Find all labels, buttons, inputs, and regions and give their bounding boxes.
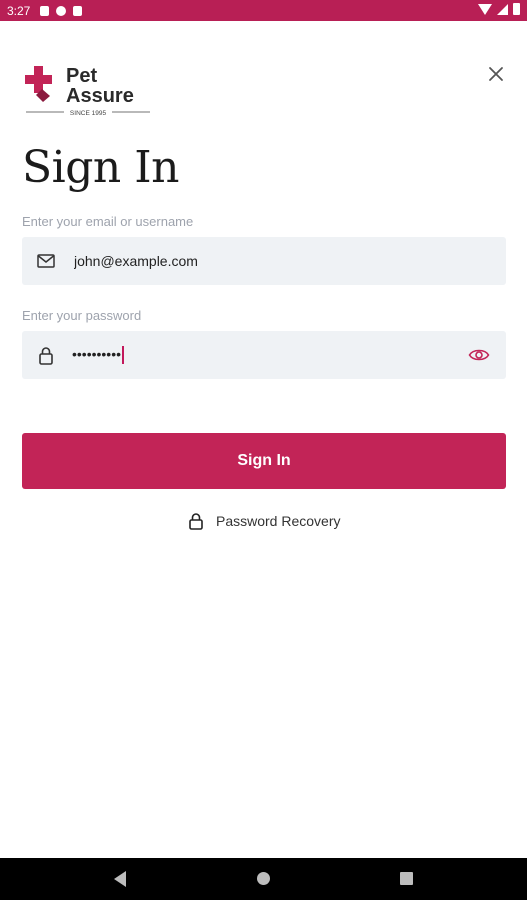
status-time: 3:27 [7,3,31,18]
password-recovery-link[interactable]: Password Recovery [188,510,341,532]
signal-icon [497,3,508,15]
brand-tagline: SINCE 1995 [70,110,107,117]
wifi-icon [478,3,492,15]
circle-app-icon [56,5,67,16]
back-icon[interactable] [114,871,126,887]
lock-icon [189,513,203,530]
lock-icon [39,347,53,365]
status-bar: 3:27 [0,0,527,21]
navigation-bar [0,858,527,900]
brand-name-line2: Assure [66,85,134,107]
brand-name-line1: Pet [66,65,97,87]
sd-card-icon [73,5,83,16]
status-right-icons [478,3,520,15]
recents-icon[interactable] [400,872,413,885]
text-caret [122,346,124,365]
password-value: •••••••••• [72,346,122,362]
page-title: Sign In [22,142,179,193]
sign-in-button[interactable]: Sign In [22,433,506,489]
pet-assure-logo: Pet Assure SINCE 1995 [25,65,150,117]
home-icon[interactable] [257,872,270,885]
password-recovery-label: Password Recovery [216,513,341,529]
email-label: Enter your email or username [22,214,194,229]
battery-icon [513,3,520,15]
close-icon[interactable] [484,62,508,86]
password-field-container[interactable]: •••••••••• [22,331,506,379]
password-input[interactable]: •••••••••• [72,346,124,365]
show-password-eye-icon[interactable] [468,345,490,365]
email-input[interactable] [74,237,454,285]
notification-icon [40,5,50,16]
email-field-container[interactable] [22,237,506,285]
password-label: Enter your password [22,308,142,323]
mail-icon [37,254,55,268]
